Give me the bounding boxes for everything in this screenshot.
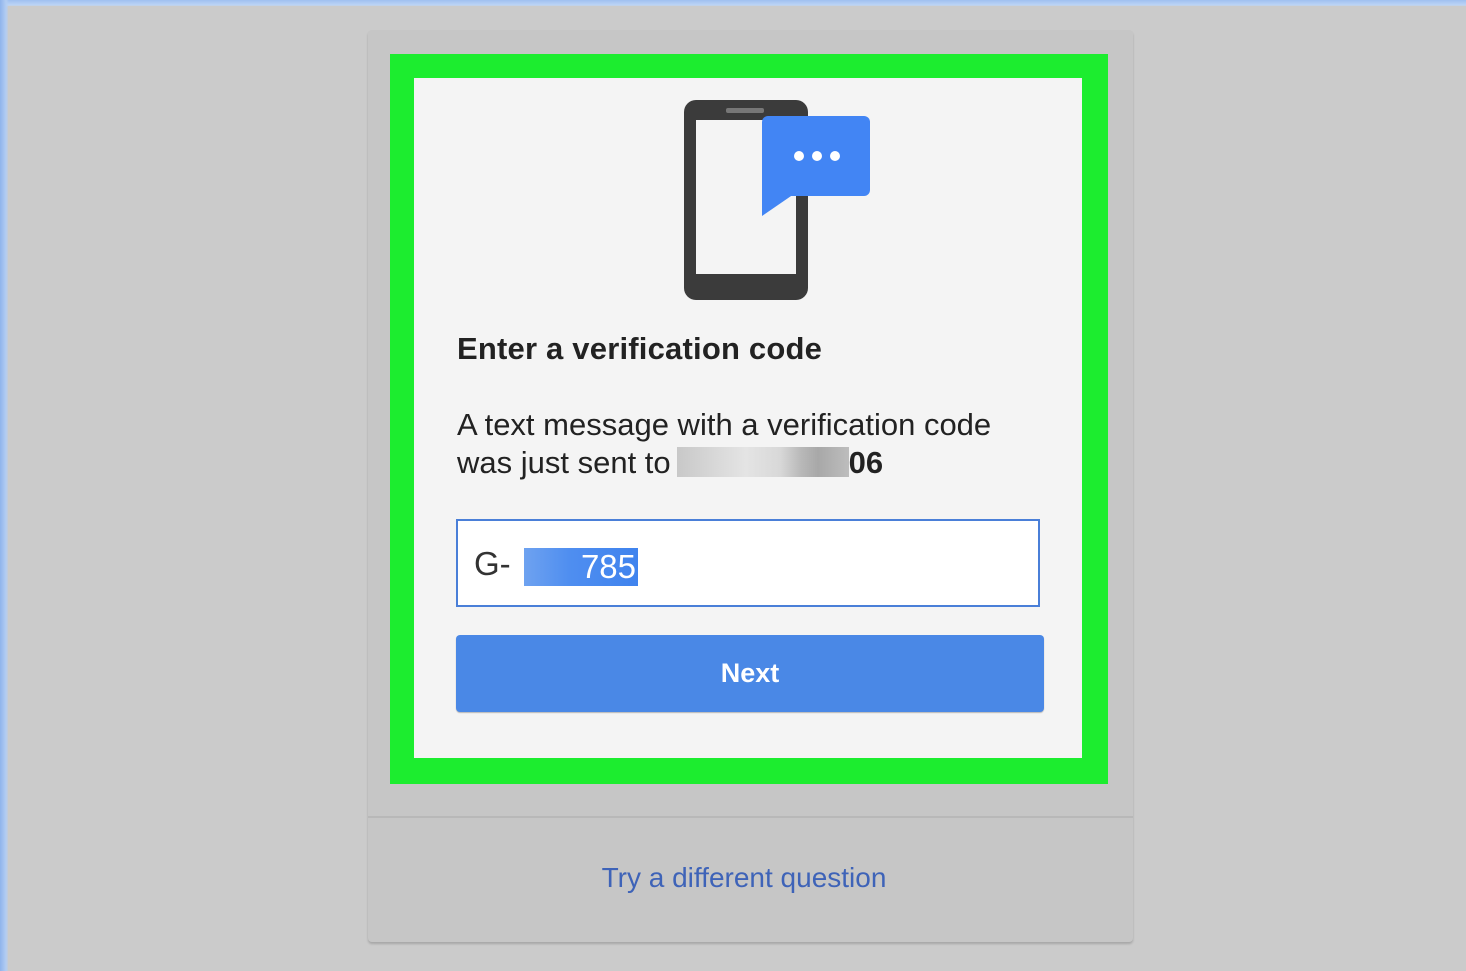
verification-code-input[interactable]: G- 785 xyxy=(456,519,1040,607)
instruction-line-1: A text message with a verification code xyxy=(457,407,992,442)
instruction-text: A text message with a verification code … xyxy=(457,406,1057,482)
verification-panel: Enter a verification code A text message… xyxy=(414,78,1082,758)
card-divider xyxy=(368,816,1133,818)
phone-with-message-bubble-icon xyxy=(684,100,870,300)
selected-code-text: 785 xyxy=(524,548,638,586)
highlight-frame: Enter a verification code A text message… xyxy=(390,54,1108,784)
next-button[interactable]: Next xyxy=(456,635,1044,712)
instruction-line-2: was just sent to xyxy=(457,445,671,480)
redacted-phone-number xyxy=(676,447,849,477)
try-different-question-link[interactable]: Try a different question xyxy=(368,862,1120,894)
page-title: Enter a verification code xyxy=(457,331,823,366)
code-prefix: G- xyxy=(474,545,511,582)
phone-number-suffix: 06 xyxy=(848,445,884,480)
code-digits: 785 xyxy=(580,548,636,585)
